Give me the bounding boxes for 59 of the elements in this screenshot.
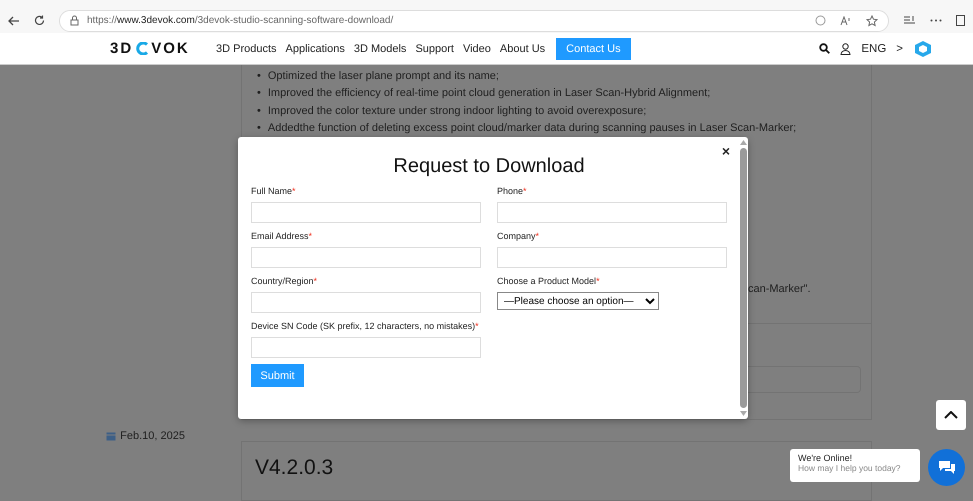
back-icon[interactable] [8, 16, 20, 26]
release-note: Improved the color texture under strong indoor lighting to avoid overexposure; [268, 104, 646, 118]
star-icon[interactable] [866, 14, 878, 27]
field-label: Full Name* [251, 186, 297, 196]
nav-link[interactable]: 3D Products [216, 42, 277, 55]
search-icon[interactable] [819, 43, 830, 54]
bullet-mark: • [257, 104, 261, 118]
cube-icon[interactable] [913, 40, 933, 58]
read-aloud-icon[interactable] [840, 16, 852, 26]
field-label: Company* [497, 231, 540, 241]
more-icon[interactable] [930, 19, 942, 22]
nav-link[interactable]: About Us [500, 42, 546, 55]
field-label: Phone* [497, 186, 528, 196]
refresh-icon[interactable] [34, 15, 45, 26]
bullet-mark: • [257, 86, 261, 100]
logo-text[interactable]: 3D [110, 40, 134, 58]
release-note: can-Marker". [748, 283, 812, 295]
scroll-up-icon[interactable] [740, 140, 747, 145]
chat-icon [938, 460, 956, 475]
bullet-mark: • [257, 68, 261, 83]
input-field[interactable] [251, 337, 481, 358]
scroll-down-icon[interactable] [740, 411, 747, 416]
input-field[interactable] [497, 202, 727, 223]
input-field[interactable] [497, 247, 727, 268]
nav-link[interactable]: Support [415, 42, 454, 55]
nav-link[interactable]: Applications [286, 42, 345, 55]
product-model-select[interactable]: —Please choose an option— [497, 292, 659, 310]
language-arrow[interactable]: > [896, 42, 903, 55]
input-field[interactable] [251, 247, 481, 268]
release-note: Improved the efficiency of real-time point cloud generation in Laser Scan-Hybrid Alignment; [268, 86, 710, 100]
logo-text[interactable]: VOK [151, 40, 190, 58]
chat-bubble[interactable]: We're Online! How may I help you today? [790, 449, 920, 482]
language-selector[interactable]: ENG [861, 42, 886, 55]
version-title: V4.2.0.3 [255, 456, 334, 479]
field-label: Country/Region* [251, 276, 318, 286]
url-text: https://www.3devok.com/3devok-studio-scanning-software-download/ [87, 15, 394, 26]
release-note: Optimized the laser plane prompt and its name; [268, 68, 499, 83]
release-note: Addedthe function of deleting excess point cloud/marker data during scanning pauses in Laser Scan-Marker; [268, 121, 796, 136]
favorites-icon[interactable] [903, 15, 916, 26]
bullet-mark: • [257, 121, 261, 136]
nav-link[interactable]: 3D Models [354, 42, 406, 55]
close-button[interactable]: × [722, 143, 730, 159]
chat-button[interactable] [928, 449, 965, 486]
sidebar-icon[interactable] [956, 15, 965, 26]
input-field[interactable] [251, 292, 481, 313]
field-label: Device SN Code (SK prefix, 12 characters, no mistakes)* [251, 321, 480, 331]
chevron-up-icon [944, 411, 958, 419]
field-label: Choose a Product Model* [497, 276, 601, 286]
address-bar[interactable]: https://www.3devok.com/3devok-studio-scanning-software-download/ [59, 10, 889, 32]
logo-icon[interactable] [135, 42, 150, 56]
scroll-top-button[interactable] [936, 400, 966, 430]
dialog-title: Request to Download [392, 155, 586, 178]
calendar-icon [106, 431, 116, 441]
release-date: Feb.10, 2025 [120, 430, 185, 442]
nav-link[interactable]: Video [462, 42, 491, 55]
field-label: Email Address* [251, 231, 314, 241]
lock-icon [70, 15, 79, 26]
input-field[interactable] [251, 202, 481, 223]
user-icon[interactable] [840, 42, 852, 55]
